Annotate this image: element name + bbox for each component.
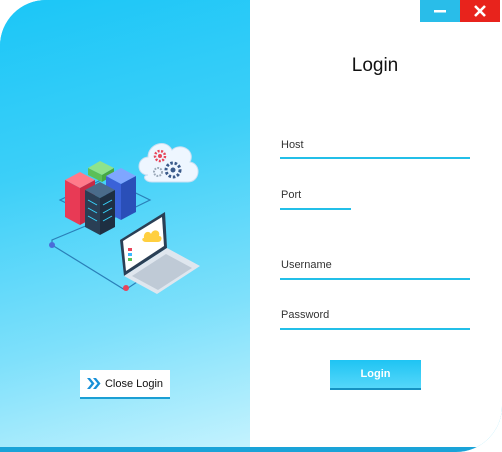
username-underline — [280, 278, 470, 280]
minimize-icon — [434, 10, 446, 13]
window-bottom-border — [0, 447, 502, 452]
username-label: Username — [281, 259, 332, 271]
port-underline — [280, 208, 351, 210]
password-underline — [280, 328, 470, 330]
server-rack-icon — [85, 182, 115, 235]
laptop-icon — [120, 212, 200, 294]
host-underline — [280, 157, 470, 159]
minimize-button[interactable] — [420, 0, 460, 22]
server-cloud-laptop-illustration — [49, 143, 200, 294]
host-label: Host — [281, 139, 304, 151]
login-button[interactable]: Login — [330, 360, 421, 390]
login-button-label: Login — [360, 368, 391, 380]
network-node-icon — [123, 285, 129, 291]
close-button[interactable] — [460, 0, 500, 22]
password-label: Password — [281, 309, 330, 321]
close-login-label: Close Login — [104, 377, 164, 390]
double-chevron-right-icon — [86, 378, 101, 389]
port-label: Port — [281, 189, 302, 201]
close-icon — [474, 5, 486, 17]
left-panel: Close Login — [0, 0, 250, 452]
login-window: Close Login Login Host Port Username Pas… — [0, 0, 502, 452]
page-title: Login — [351, 55, 399, 76]
close-login-button[interactable]: Close Login — [80, 370, 170, 399]
network-node-icon — [49, 242, 55, 248]
